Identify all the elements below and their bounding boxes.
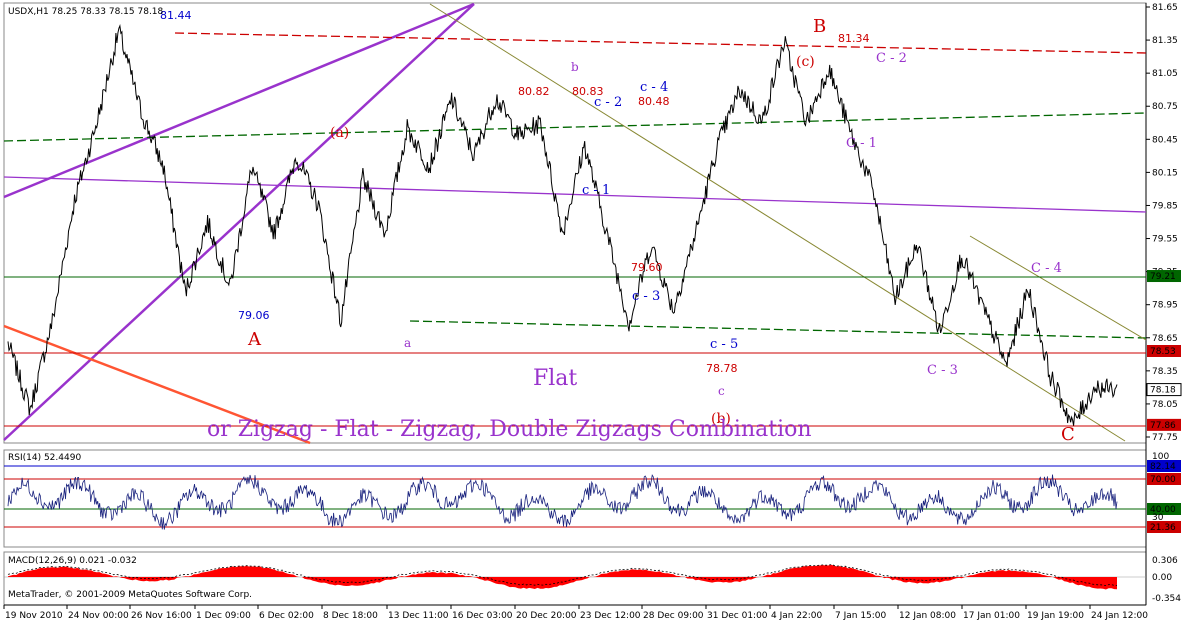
macd-tick-label: -0.354 xyxy=(1152,594,1181,604)
price-tick-label: 81.65 xyxy=(1152,3,1178,13)
wave-label: b xyxy=(571,60,579,74)
time-tick-label: 24 Nov 00:00 xyxy=(68,611,129,621)
price-tick-label: 80.15 xyxy=(1152,168,1178,178)
macd-tick-label: 0.00 xyxy=(1152,573,1172,583)
wave-label: (a) xyxy=(330,125,349,141)
wave-label: C - 1 xyxy=(846,136,877,151)
wave-label: C xyxy=(1061,424,1075,445)
wave-label: (c) xyxy=(796,54,815,70)
time-tick-label: 7 Jan 15:00 xyxy=(835,611,887,621)
price-axis-ticks: 81.65 81.35 81.05 80.75 80.45 80.15 79.85 79.55… xyxy=(1146,3,1178,443)
time-tick-label: 12 Jan 08:00 xyxy=(899,611,956,621)
rsi-tick-label: 82.14 xyxy=(1150,462,1176,472)
metatrader-chart-window: 81.65 81.35 81.05 80.75 80.45 80.15 79.85 79.55… xyxy=(0,0,1185,621)
rsi-tick-label: 21.36 xyxy=(1150,523,1176,533)
wave-label: c - 3 xyxy=(632,289,660,304)
price-tick-label: 79.85 xyxy=(1152,201,1178,211)
macd-tick-label: 0.306 xyxy=(1152,556,1178,566)
symbol-header: USDX,H1 78.25 78.33 78.15 78.18 xyxy=(8,7,164,17)
price-annotation: 78.78 xyxy=(706,362,738,375)
price-annotation: 80.82 xyxy=(518,85,550,98)
macd-axis-ticks: 0.306 0.00 -0.354 xyxy=(1152,556,1181,604)
wave-label: c xyxy=(718,384,725,398)
wave-label: c - 1 xyxy=(582,183,610,198)
level-badge-label: 79.21 xyxy=(1150,272,1176,282)
combination-annotation: or Zigzag - Flat - Zigzag, Double Zigzag… xyxy=(207,417,812,442)
price-tick-label: 79.55 xyxy=(1152,235,1178,245)
rsi-axis-ticks: 10082.1470.0040.003021.36 xyxy=(1147,452,1181,533)
price-tick-label: 77.75 xyxy=(1152,433,1178,443)
time-tick-label: 20 Dec 20:00 xyxy=(516,611,577,621)
time-tick-label: 13 Dec 11:00 xyxy=(388,611,449,621)
time-tick-label: 17 Jan 01:00 xyxy=(963,611,1020,621)
wave-label: B xyxy=(813,16,826,37)
wave-label: C - 2 xyxy=(876,51,907,66)
price-annotation: 81.44 xyxy=(160,9,192,22)
time-tick-label: 19 Jan 19:00 xyxy=(1027,611,1084,621)
price-tick-label: 81.35 xyxy=(1152,36,1178,46)
time-tick-label: 28 Dec 09:00 xyxy=(643,611,704,621)
rsi-tick-label: 70.00 xyxy=(1150,475,1176,485)
time-tick-label: 26 Nov 16:00 xyxy=(131,611,192,621)
wave-label: c - 5 xyxy=(710,337,738,352)
price-tick-label: 78.95 xyxy=(1152,301,1178,311)
time-tick-label: 23 Dec 12:00 xyxy=(580,611,641,621)
time-tick-label: 6 Dec 02:00 xyxy=(259,611,314,621)
wave-label: C - 3 xyxy=(927,363,958,378)
wave-label: C - 4 xyxy=(1031,261,1062,276)
level-badge-label: 78.53 xyxy=(1150,347,1176,357)
price-tick-label: 78.05 xyxy=(1152,400,1178,410)
price-tick-label: 81.05 xyxy=(1152,69,1178,79)
level-badge-label: 77.86 xyxy=(1150,421,1176,431)
time-tick-label: 16 Dec 03:00 xyxy=(452,611,513,621)
time-tick-label: 8 Dec 18:00 xyxy=(323,611,378,621)
rsi-header: RSI(14) 52.4490 xyxy=(8,453,81,463)
price-annotation: 81.34 xyxy=(838,32,870,45)
flat-annotation: Flat xyxy=(533,366,577,391)
price-tick-label: 78.35 xyxy=(1152,367,1178,377)
time-tick-label: 19 Nov 2010 xyxy=(5,611,63,621)
price-annotation: 80.48 xyxy=(638,95,670,108)
chart-canvas: 81.65 81.35 81.05 80.75 80.45 80.15 79.85 79.55… xyxy=(3,2,1182,621)
wave-label: c - 4 xyxy=(640,80,668,95)
time-tick-label: 1 Dec 09:00 xyxy=(196,611,251,621)
wave-label: c - 2 xyxy=(594,95,622,110)
wave-label: a xyxy=(404,336,411,350)
price-tick-label: 80.75 xyxy=(1152,102,1178,112)
price-tick-label: 80.45 xyxy=(1152,135,1178,145)
copyright-text: MetaTrader, © 2001-2009 MetaQuotes Softw… xyxy=(8,590,252,600)
time-axis-ticks: 19 Nov 2010 24 Nov 00:00 26 Nov 16:00 1 Dec… xyxy=(3,605,1148,621)
macd-header: MACD(12,26,9) 0.021 -0.032 xyxy=(8,556,137,566)
time-tick-label: 24 Jan 12:00 xyxy=(1091,611,1148,621)
last-price-label: 78.18 xyxy=(1150,386,1176,396)
price-annotation: 79.60 xyxy=(631,261,663,274)
price-annotation: 79.06 xyxy=(238,309,270,322)
time-tick-label: 31 Dec 01:00 xyxy=(707,611,768,621)
time-tick-label: 4 Jan 22:00 xyxy=(771,611,823,621)
wave-label: A xyxy=(247,329,262,350)
rsi-panel xyxy=(3,449,1147,548)
price-tick-label: 78.65 xyxy=(1152,334,1178,344)
